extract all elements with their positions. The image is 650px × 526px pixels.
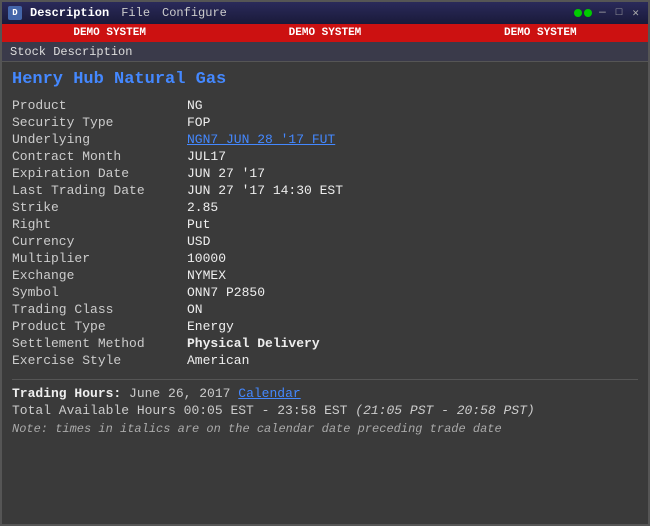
window-title: Description	[30, 6, 109, 20]
trading-hours-label: Trading Hours:	[12, 386, 121, 401]
demo-label-2: DEMO SYSTEM	[289, 27, 362, 39]
green-dot-right	[584, 9, 592, 17]
product-title: Henry Hub Natural Gas	[12, 70, 638, 89]
table-row: Product TypeEnergy	[12, 318, 638, 335]
menu-configure[interactable]: Configure	[162, 6, 227, 20]
menu-file[interactable]: File	[121, 6, 150, 20]
field-label: Multiplier	[12, 250, 187, 267]
connection-icon	[574, 9, 592, 17]
field-value: NG	[187, 97, 638, 114]
demo-label-3: DEMO SYSTEM	[504, 27, 577, 39]
field-label: Security Type	[12, 114, 187, 131]
content-area: Henry Hub Natural Gas ProductNGSecurity …	[2, 62, 648, 524]
table-row: RightPut	[12, 216, 638, 233]
field-value: 10000	[187, 250, 638, 267]
field-label: Underlying	[12, 131, 187, 148]
field-label: Exercise Style	[12, 352, 187, 369]
field-value: JUL17	[187, 148, 638, 165]
close-button[interactable]: ✕	[629, 6, 642, 20]
demo-bar: DEMO SYSTEM DEMO SYSTEM DEMO SYSTEM	[2, 24, 648, 42]
field-value: JUN 27 '17 14:30 EST	[187, 182, 638, 199]
maximize-button[interactable]: □	[613, 7, 626, 19]
table-row: Security TypeFOP	[12, 114, 638, 131]
table-row: Multiplier10000	[12, 250, 638, 267]
table-row: ProductNG	[12, 97, 638, 114]
field-value: ON	[187, 301, 638, 318]
field-label: Strike	[12, 199, 187, 216]
main-window: D Description File Configure — □ ✕ DEMO …	[0, 0, 650, 526]
field-label: Product	[12, 97, 187, 114]
field-label: Product Type	[12, 318, 187, 335]
section-header-text: Stock Description	[10, 45, 132, 59]
field-label: Trading Class	[12, 301, 187, 318]
table-row: CurrencyUSD	[12, 233, 638, 250]
green-dot-left	[574, 9, 582, 17]
table-row: Exercise StyleAmerican	[12, 352, 638, 369]
table-row: Contract MonthJUL17	[12, 148, 638, 165]
table-row: UnderlyingNGN7 JUN 28 '17 FUT	[12, 131, 638, 148]
table-row: SymbolONN7 P2850	[12, 284, 638, 301]
field-value: American	[187, 352, 638, 369]
table-row: Strike2.85	[12, 199, 638, 216]
table-row: Trading ClassON	[12, 301, 638, 318]
trading-hours-section: Trading Hours: June 26, 2017 Calendar To…	[12, 379, 638, 436]
total-hours-value: 00:05 EST - 23:58 EST	[184, 403, 348, 418]
calendar-link[interactable]: Calendar	[238, 386, 300, 401]
section-header: Stock Description	[2, 42, 648, 62]
field-value: USD	[187, 233, 638, 250]
info-table: ProductNGSecurity TypeFOPUnderlyingNGN7 …	[12, 97, 638, 369]
calendar-note: Note: times in italics are on the calend…	[12, 422, 638, 436]
field-value: 2.85	[187, 199, 638, 216]
table-row: Last Trading DateJUN 27 '17 14:30 EST	[12, 182, 638, 199]
field-label: Symbol	[12, 284, 187, 301]
field-value: Put	[187, 216, 638, 233]
total-hours-line: Total Available Hours 00:05 EST - 23:58 …	[12, 403, 638, 418]
field-value: Energy	[187, 318, 638, 335]
underlying-link[interactable]: NGN7 JUN 28 '17 FUT	[187, 132, 335, 147]
field-value: NYMEX	[187, 267, 638, 284]
trading-hours-date: June 26, 2017	[129, 386, 230, 401]
field-value: ONN7 P2850	[187, 284, 638, 301]
field-label: Exchange	[12, 267, 187, 284]
minimize-button[interactable]: —	[596, 7, 609, 19]
total-hours-label: Total Available Hours	[12, 403, 176, 418]
field-label: Last Trading Date	[12, 182, 187, 199]
table-row: ExchangeNYMEX	[12, 267, 638, 284]
field-value: Physical Delivery	[187, 335, 638, 352]
field-label: Contract Month	[12, 148, 187, 165]
title-bar: D Description File Configure — □ ✕	[2, 2, 648, 24]
table-row: Expiration DateJUN 27 '17	[12, 165, 638, 182]
field-label: Currency	[12, 233, 187, 250]
field-value: FOP	[187, 114, 638, 131]
trading-hours-line: Trading Hours: June 26, 2017 Calendar	[12, 386, 638, 401]
field-value: JUN 27 '17	[187, 165, 638, 182]
field-label: Expiration Date	[12, 165, 187, 182]
app-icon: D	[8, 6, 22, 20]
demo-label-1: DEMO SYSTEM	[73, 27, 146, 39]
field-label: Right	[12, 216, 187, 233]
table-row: Settlement MethodPhysical Delivery	[12, 335, 638, 352]
window-controls: — □ ✕	[574, 6, 642, 20]
total-hours-italic: (21:05 PST - 20:58 PST)	[355, 403, 534, 418]
field-value[interactable]: NGN7 JUN 28 '17 FUT	[187, 131, 638, 148]
app-icon-letter: D	[12, 8, 17, 18]
field-label: Settlement Method	[12, 335, 187, 352]
